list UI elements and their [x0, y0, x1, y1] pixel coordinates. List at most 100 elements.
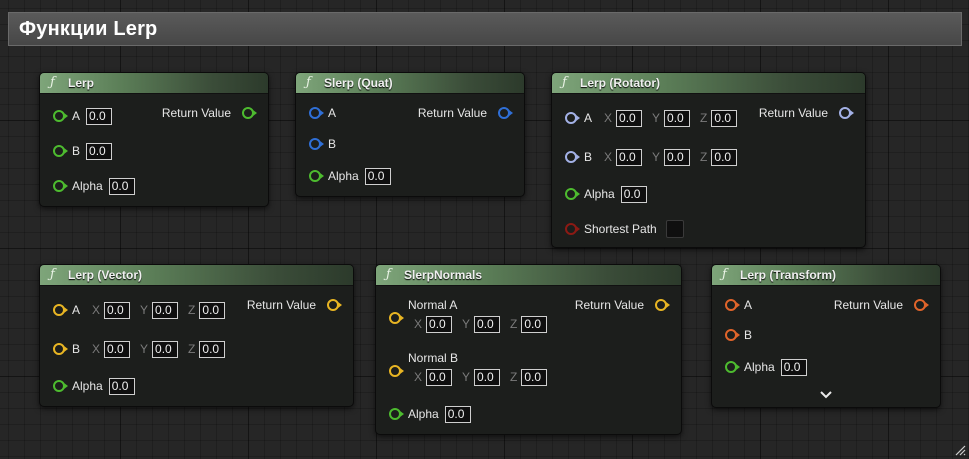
float-pin-icon[interactable] [389, 408, 404, 420]
float-pin-icon[interactable] [725, 361, 740, 373]
value-input[interactable]: 0.0 [86, 107, 113, 125]
a-x-input[interactable]: 0.0 [616, 109, 643, 127]
transform-pin-icon[interactable] [725, 329, 740, 341]
node-lerp-vector[interactable]: ƒ Lerp (Vector) A X 0.0 Y 0.0 Z 0.0 B X … [39, 264, 354, 407]
comment-box-header[interactable]: Функции Lerp [8, 12, 962, 46]
vector-pin-icon[interactable] [655, 299, 670, 311]
vector-pin-icon[interactable] [53, 343, 68, 355]
node-header[interactable]: ƒ Lerp (Transform) [712, 265, 940, 286]
pin-alpha[interactable]: Alpha 0.0 [565, 184, 651, 204]
quat-pin-icon[interactable] [309, 107, 324, 119]
resize-grip-icon[interactable] [954, 444, 966, 456]
vector-pin-icon[interactable] [389, 365, 404, 377]
node-lerp-transform[interactable]: ƒ Lerp (Transform) A B Alpha 0.0 Return … [711, 264, 941, 408]
pin-normal-b[interactable] [389, 361, 408, 381]
a-y-input[interactable]: 0.0 [664, 109, 691, 127]
pin-alpha[interactable]: Alpha 0.0 [53, 176, 139, 196]
pin-b[interactable]: B [725, 325, 758, 345]
float-pin-icon[interactable] [309, 170, 324, 182]
a-x-input[interactable]: 0.0 [426, 315, 453, 333]
node-header[interactable]: ƒ Slerp (Quat) [296, 73, 524, 94]
float-pin-icon[interactable] [565, 188, 580, 200]
transform-pin-icon[interactable] [914, 299, 929, 311]
vector-pin-icon[interactable] [327, 299, 342, 311]
value-input[interactable]: 0.0 [108, 177, 135, 195]
pin-label: Return Value [161, 106, 231, 120]
node-title: SlerpNormals [404, 268, 483, 282]
pin-alpha[interactable]: Alpha 0.0 [725, 357, 811, 377]
node-slerp-quat[interactable]: ƒ Slerp (Quat) A B Alpha 0.0 Return Valu… [295, 72, 525, 197]
value-input[interactable]: 0.0 [364, 167, 391, 185]
b-y-input[interactable]: 0.0 [664, 148, 691, 166]
a-y-input[interactable]: 0.0 [152, 301, 179, 319]
value-input[interactable]: 0.0 [108, 377, 135, 395]
pin-alpha[interactable]: Alpha 0.0 [309, 166, 395, 186]
b-y-input[interactable]: 0.0 [152, 340, 179, 358]
float-pin-icon[interactable] [53, 380, 68, 392]
node-lerp-rotator[interactable]: ƒ Lerp (Rotator) A X 0.0 Y 0.0 Z 0.0 B X… [551, 72, 866, 248]
rotator-pin-icon[interactable] [839, 107, 854, 119]
bool-pin-icon[interactable] [565, 223, 580, 235]
pin-a[interactable]: A [309, 103, 342, 123]
pin-a[interactable]: A [725, 295, 758, 315]
vector-pin-icon[interactable] [389, 312, 404, 324]
pin-b[interactable]: B X 0.0 Y 0.0 Z 0.0 [53, 339, 229, 359]
pin-return-value[interactable]: Return Value [834, 295, 929, 315]
b-x-input[interactable]: 0.0 [616, 148, 643, 166]
a-x-input[interactable]: 0.0 [104, 301, 131, 319]
b-z-input[interactable]: 0.0 [199, 340, 226, 358]
pin-return-value[interactable]: Return Value [759, 103, 854, 123]
b-z-input[interactable]: 0.0 [521, 368, 548, 386]
pin-alpha[interactable]: Alpha 0.0 [53, 376, 139, 396]
axis-x-label: X [414, 370, 423, 384]
axis-z-label: Z [700, 111, 708, 125]
rotator-pin-icon[interactable] [565, 112, 580, 124]
value-input[interactable]: 0.0 [620, 185, 647, 203]
transform-pin-icon[interactable] [725, 299, 740, 311]
a-z-input[interactable]: 0.0 [199, 301, 226, 319]
b-x-input[interactable]: 0.0 [426, 368, 453, 386]
pin-a[interactable]: A 0.0 [53, 106, 116, 126]
node-lerp[interactable]: ƒ Lerp A 0.0 B 0.0 Alpha 0.0 Return Valu… [39, 72, 269, 207]
axis-x-label: X [604, 111, 613, 125]
node-header[interactable]: ƒ Lerp (Vector) [40, 265, 353, 286]
pin-return-value[interactable]: Return Value [575, 295, 670, 315]
pin-return-value[interactable]: Return Value [247, 295, 342, 315]
b-z-input[interactable]: 0.0 [711, 148, 738, 166]
quat-pin-icon[interactable] [309, 138, 324, 150]
pin-label: Alpha [328, 169, 359, 183]
shortest-path-checkbox[interactable] [665, 220, 684, 238]
a-y-input[interactable]: 0.0 [474, 315, 501, 333]
pin-b[interactable]: B X 0.0 Y 0.0 Z 0.0 [565, 147, 741, 167]
node-header[interactable]: ƒ Lerp [40, 73, 268, 94]
pin-b[interactable]: B 0.0 [53, 141, 116, 161]
value-input[interactable]: 0.0 [444, 405, 471, 423]
quat-pin-icon[interactable] [498, 107, 513, 119]
value-input[interactable]: 0.0 [780, 358, 807, 376]
pin-normal-a[interactable] [389, 308, 408, 328]
b-x-input[interactable]: 0.0 [104, 340, 131, 358]
pin-shortest-path[interactable]: Shortest Path [565, 219, 684, 239]
rotator-pin-icon[interactable] [565, 151, 580, 163]
pin-a[interactable]: A X 0.0 Y 0.0 Z 0.0 [565, 108, 741, 128]
chevron-down-icon[interactable] [820, 391, 832, 399]
pin-a[interactable]: A X 0.0 Y 0.0 Z 0.0 [53, 300, 229, 320]
float-pin-icon[interactable] [53, 110, 68, 122]
axis-y-label: Y [462, 370, 471, 384]
node-slerp-normals[interactable]: ƒ SlerpNormals Normal A X 0.0 Y 0.0 Z 0.… [375, 264, 682, 435]
pin-b[interactable]: B [309, 134, 342, 154]
pin-return-value[interactable]: Return Value [418, 103, 513, 123]
pin-return-value[interactable]: Return Value [161, 103, 257, 123]
float-pin-icon[interactable] [53, 180, 68, 192]
a-z-input[interactable]: 0.0 [711, 109, 738, 127]
vector-pin-icon[interactable] [53, 304, 68, 316]
float-pin-icon[interactable] [53, 145, 68, 157]
b-y-input[interactable]: 0.0 [474, 368, 501, 386]
a-z-input[interactable]: 0.0 [521, 315, 548, 333]
blueprint-graph-canvas[interactable]: Функции Lerp ƒ Lerp A 0.0 B 0.0 Alpha 0.… [0, 0, 969, 459]
value-input[interactable]: 0.0 [86, 142, 113, 160]
node-header[interactable]: ƒ Lerp (Rotator) [552, 73, 865, 94]
float-pin-icon[interactable] [242, 107, 257, 119]
pin-alpha[interactable]: Alpha 0.0 [389, 404, 475, 424]
node-header[interactable]: ƒ SlerpNormals [376, 265, 681, 286]
